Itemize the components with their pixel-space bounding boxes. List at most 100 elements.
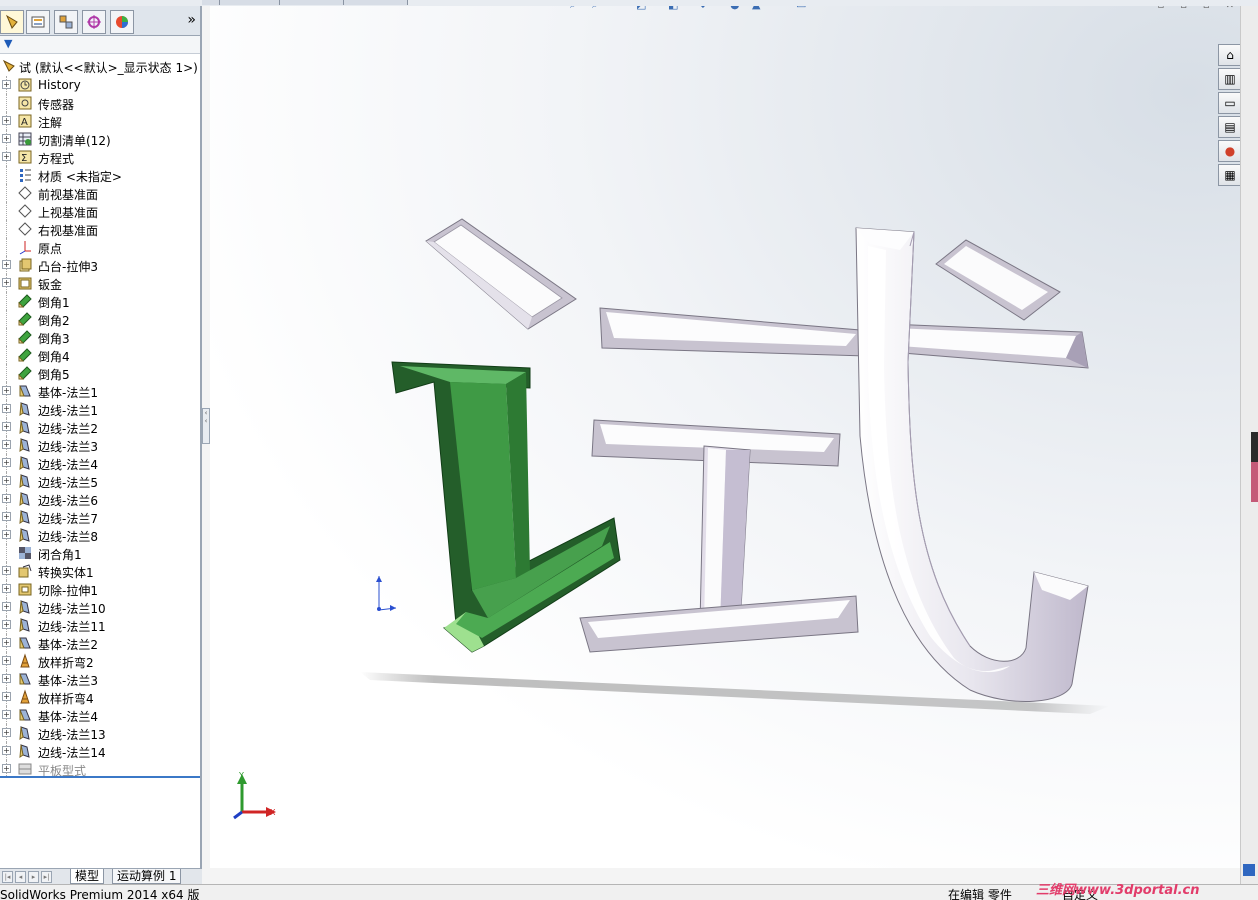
tree-item[interactable]: 倒角2: [0, 310, 200, 328]
tree-item[interactable]: + 边线-法兰13: [0, 724, 200, 742]
expand-toggle-icon[interactable]: +: [2, 386, 11, 395]
tree-item[interactable]: 闭合角1: [0, 544, 200, 562]
tree-item-label: 边线-法兰5: [38, 476, 98, 490]
tree-item[interactable]: + 边线-法兰14: [0, 742, 200, 760]
expand-toggle-icon[interactable]: +: [2, 458, 11, 467]
base-flange-icon: [19, 637, 31, 649]
feature-manager-tab[interactable]: [0, 10, 24, 34]
expand-toggle-icon[interactable]: +: [2, 638, 11, 647]
tree-item[interactable]: 上视基准面: [0, 202, 200, 220]
tree-item[interactable]: + 边线-法兰4: [0, 454, 200, 472]
solidworks-resources-tab[interactable]: ⌂: [1218, 44, 1242, 66]
tree-item[interactable]: 材质 <未指定>: [0, 166, 200, 184]
expand-toggle-icon[interactable]: +: [2, 116, 11, 125]
expand-toggle-icon[interactable]: +: [2, 692, 11, 701]
tree-item[interactable]: + 基体-法兰4: [0, 706, 200, 724]
tree-item[interactable]: 倒角5: [0, 364, 200, 382]
tree-item[interactable]: 倒角4: [0, 346, 200, 364]
edge-flange-icon: [19, 618, 30, 632]
graphics-viewport[interactable]: ⌕ ⌕ ↶ ◩ ◧ ❖ ● ▲ ▭ ▫ ▫ ▫ ✕: [210, 6, 1240, 868]
next-tab-nav-icon[interactable]: ▸: [28, 871, 39, 883]
expand-toggle-icon[interactable]: +: [2, 278, 11, 287]
expand-toggle-icon[interactable]: +: [2, 134, 11, 143]
tree-item[interactable]: 右视基准面: [0, 220, 200, 238]
tree-item[interactable]: + 边线-法兰2: [0, 418, 200, 436]
dimxpert-tab[interactable]: [82, 10, 106, 34]
model-3d-view[interactable]: Y X: [210, 6, 1240, 868]
extrude-icon: [19, 258, 32, 272]
custom-properties-tab[interactable]: ▦: [1218, 164, 1242, 186]
tree-item[interactable]: 原点: [0, 238, 200, 256]
tree-root-part[interactable]: 试 (默认<<默认>_显示状态 1>): [0, 58, 200, 76]
expand-toggle-icon[interactable]: +: [2, 512, 11, 521]
tree-item[interactable]: + 基体-法兰3: [0, 670, 200, 688]
tree-item[interactable]: 倒角1: [0, 292, 200, 310]
panel-collapse-handle[interactable]: ‹ ‹: [202, 408, 210, 444]
toolbar-segment[interactable]: [202, 0, 220, 5]
tree-item[interactable]: + 边线-法兰11: [0, 616, 200, 634]
expand-toggle-icon[interactable]: +: [2, 674, 11, 683]
configuration-manager-tab[interactable]: [54, 10, 78, 34]
expand-toggle-icon[interactable]: +: [2, 494, 11, 503]
tree-item[interactable]: 倒角3: [0, 328, 200, 346]
rollback-bar[interactable]: [0, 776, 200, 778]
tree-item[interactable]: + 边线-法兰5: [0, 472, 200, 490]
tree-item[interactable]: 前视基准面: [0, 184, 200, 202]
tree-item[interactable]: + History: [0, 76, 200, 94]
expand-toggle-icon[interactable]: +: [2, 530, 11, 539]
first-tab-nav-icon[interactable]: |◂: [2, 871, 13, 883]
tree-item[interactable]: + 边线-法兰10: [0, 598, 200, 616]
expand-toggle-icon[interactable]: +: [2, 602, 11, 611]
expand-toggle-icon[interactable]: +: [2, 260, 11, 269]
tree-item[interactable]: 传感器: [0, 94, 200, 112]
tree-item[interactable]: + 切除-拉伸1: [0, 580, 200, 598]
tree-item[interactable]: + 基体-法兰2: [0, 634, 200, 652]
expand-toggle-icon[interactable]: +: [2, 440, 11, 449]
expand-toggle-icon[interactable]: +: [2, 584, 11, 593]
expand-toggle-icon[interactable]: +: [2, 80, 11, 89]
tree-filter-bar[interactable]: ▼: [0, 36, 200, 54]
tree-item[interactable]: + 边线-法兰7: [0, 508, 200, 526]
expand-toggle-icon[interactable]: +: [2, 620, 11, 629]
expand-toggle-icon[interactable]: +: [2, 476, 11, 485]
tree-item[interactable]: + 切割清单(12): [0, 130, 200, 148]
expand-panel-button[interactable]: »: [187, 12, 196, 28]
tree-item[interactable]: + 基体-法兰1: [0, 382, 200, 400]
tree-item[interactable]: + 边线-法兰1: [0, 400, 200, 418]
expand-toggle-icon[interactable]: +: [2, 764, 11, 773]
tree-item[interactable]: + Σ 方程式: [0, 148, 200, 166]
tree-item[interactable]: + 转换实体1: [0, 562, 200, 580]
expand-toggle-icon[interactable]: +: [2, 728, 11, 737]
expand-toggle-icon[interactable]: +: [2, 746, 11, 755]
expand-toggle-icon[interactable]: +: [2, 404, 11, 413]
toolbar-segment[interactable]: [344, 0, 408, 5]
tree-item[interactable]: + 边线-法兰3: [0, 436, 200, 454]
tree-item[interactable]: + 钣金: [0, 274, 200, 292]
toolbar-segment[interactable]: [280, 0, 344, 5]
expand-toggle-icon[interactable]: +: [2, 656, 11, 665]
display-manager-tab[interactable]: [110, 10, 134, 34]
stroke-shi-curve: [855, 227, 1089, 702]
tree-item[interactable]: + 边线-法兰6: [0, 490, 200, 508]
edge-flange-icon: [19, 726, 30, 740]
expand-toggle-icon[interactable]: +: [2, 566, 11, 575]
appearances-tab[interactable]: ●: [1218, 140, 1242, 162]
expand-toggle-icon[interactable]: +: [2, 710, 11, 719]
tree-item[interactable]: + 放样折弯2: [0, 652, 200, 670]
expand-toggle-icon[interactable]: +: [2, 152, 11, 161]
view-palette-tab[interactable]: ▤: [1218, 116, 1242, 138]
tab-model[interactable]: 模型: [70, 869, 105, 884]
tree-item-label: 倒角1: [38, 296, 70, 310]
tree-item[interactable]: + 凸台-拉伸3: [0, 256, 200, 274]
file-explorer-tab[interactable]: ▭: [1218, 92, 1242, 114]
design-library-tab[interactable]: ▥: [1218, 68, 1242, 90]
tree-item[interactable]: + A 注解: [0, 112, 200, 130]
tab-motion-study[interactable]: 运动算例 1: [112, 869, 182, 884]
prev-tab-nav-icon[interactable]: ◂: [15, 871, 26, 883]
property-manager-tab[interactable]: [26, 10, 50, 34]
toolbar-segment[interactable]: [220, 0, 280, 5]
tree-item[interactable]: + 边线-法兰8: [0, 526, 200, 544]
last-tab-nav-icon[interactable]: ▸|: [41, 871, 52, 883]
tree-item[interactable]: + 放样折弯4: [0, 688, 200, 706]
expand-toggle-icon[interactable]: +: [2, 422, 11, 431]
